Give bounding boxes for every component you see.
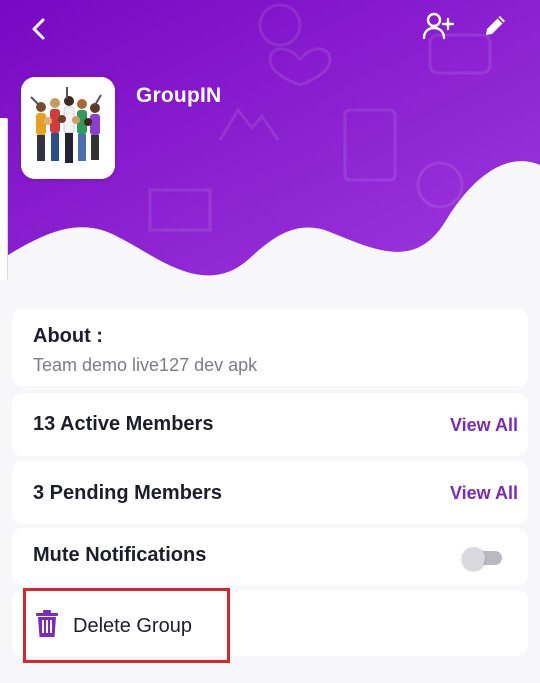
back-icon [32, 18, 45, 40]
add-member-icon [422, 12, 454, 40]
pending-members-card[interactable]: 3 Pending Members View All [12, 461, 528, 524]
active-members-view-all-link[interactable]: View All [450, 415, 518, 436]
pending-members-label: 3 Pending Members [33, 482, 222, 504]
add-member-button[interactable] [418, 8, 458, 44]
about-title: About : [33, 325, 103, 347]
pending-members-view-all-link[interactable]: View All [450, 483, 518, 504]
delete-group-highlight-box [23, 588, 230, 663]
active-members-card[interactable]: 13 Active Members View All [12, 393, 528, 456]
edit-group-button[interactable] [476, 8, 514, 44]
group-photo [21, 77, 115, 179]
side-drawer-edge[interactable] [0, 118, 8, 280]
back-button[interactable] [22, 12, 56, 46]
mute-notifications-toggle[interactable] [462, 547, 504, 570]
group-avatar[interactable] [21, 77, 115, 179]
about-card: About : Team demo live127 dev apk [12, 309, 528, 386]
group-name: GroupIN [136, 84, 222, 107]
mute-notifications-card: Mute Notifications [12, 528, 528, 585]
active-members-label: 13 Active Members [33, 413, 214, 435]
group-header: GroupIN [0, 0, 540, 300]
toggle-knob [462, 547, 485, 570]
about-description: Team demo live127 dev apk [33, 355, 258, 375]
mute-notifications-label: Mute Notifications [33, 544, 207, 566]
edit-icon [486, 16, 505, 35]
